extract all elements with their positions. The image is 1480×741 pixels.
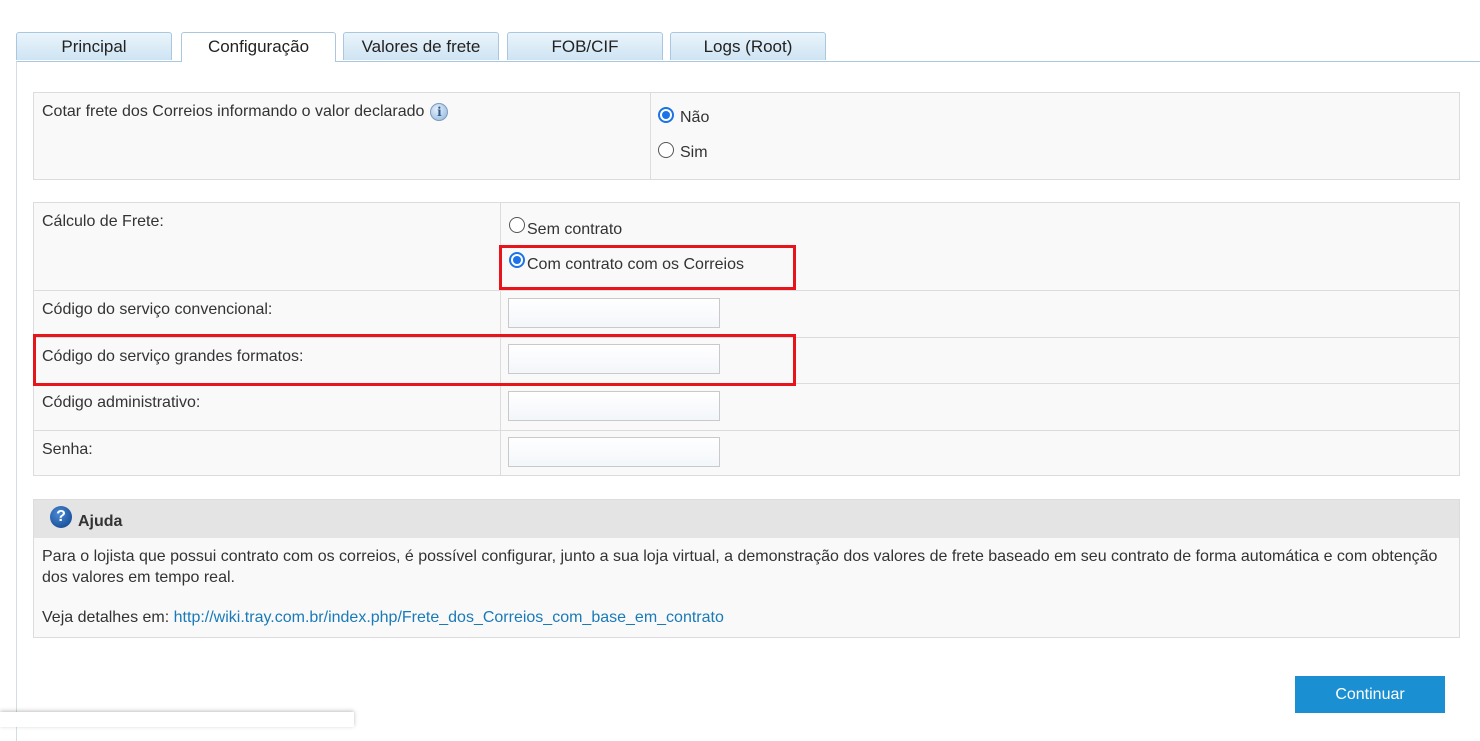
radio-sem-contrato-indicator[interactable]	[509, 217, 525, 233]
declared-value-label-text: Cotar frete dos Correios informando o va…	[42, 103, 425, 121]
admin-code-input[interactable]	[508, 391, 720, 421]
tab-configuracao[interactable]: Configuração	[181, 32, 336, 62]
admin-code-label: Código administrativo:	[42, 394, 201, 411]
radio-sim[interactable]: Sim	[658, 142, 708, 162]
tab-logs-root[interactable]: Logs (Root)	[670, 32, 826, 60]
tab-valores-de-frete[interactable]: Valores de frete	[343, 32, 499, 60]
help-link[interactable]: http://wiki.tray.com.br/index.php/Frete_…	[174, 609, 724, 626]
help-link-prefix: Veja detalhes em:	[42, 609, 170, 626]
radio-nao-label: Não	[680, 109, 710, 126]
declared-value-section: Cotar frete dos Correios informando o va…	[33, 92, 1460, 180]
highlight-box-contract	[499, 245, 796, 290]
password-label: Senha:	[42, 441, 93, 458]
help-section: ? Ajuda Para o lojista que possui contra…	[33, 499, 1460, 638]
declared-value-label: Cotar frete dos Correios informando o va…	[42, 103, 449, 121]
tab-principal[interactable]: Principal	[16, 32, 172, 60]
service-code-conventional-label: Código do serviço convencional:	[42, 301, 273, 318]
info-icon[interactable]: i	[430, 103, 449, 121]
freight-calc-label: Cálculo de Frete:	[42, 213, 164, 230]
radio-nao-indicator[interactable]	[658, 107, 674, 123]
password-row: Senha:	[34, 430, 1459, 477]
tab-fob-cif[interactable]: FOB/CIF	[507, 32, 663, 60]
help-title: Ajuda	[78, 513, 123, 530]
radio-sem-contrato-label: Sem contrato	[527, 221, 623, 238]
radio-sim-label: Sim	[680, 144, 708, 161]
bottom-bar	[0, 712, 354, 727]
radio-sem-contrato[interactable]: Sem contrato	[509, 217, 622, 239]
service-code-conventional-row: Código do serviço convencional:	[34, 290, 1459, 337]
help-text: Para o lojista que possui contrato com o…	[42, 548, 1438, 586]
help-link-line: Veja detalhes em: http://wiki.tray.com.b…	[42, 609, 724, 627]
password-input[interactable]	[508, 437, 720, 467]
continue-button[interactable]: Continuar	[1295, 676, 1445, 713]
radio-sim-indicator[interactable]	[658, 142, 674, 158]
highlight-box-large-formats	[33, 334, 796, 386]
help-header: ? Ajuda	[34, 500, 1459, 538]
admin-code-row: Código administrativo:	[34, 383, 1459, 430]
service-code-conventional-input[interactable]	[508, 298, 720, 328]
column-divider	[650, 93, 651, 179]
question-icon: ?	[50, 506, 72, 528]
radio-nao[interactable]: Não	[658, 107, 709, 127]
